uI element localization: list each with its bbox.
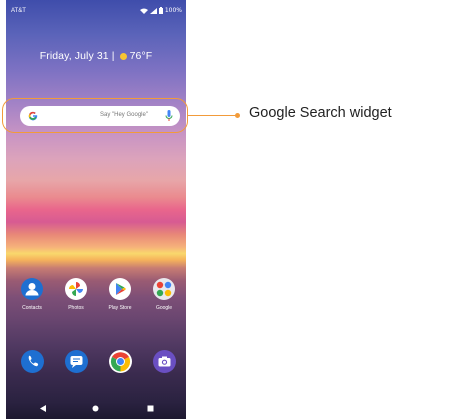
dock-chrome[interactable] (100, 350, 140, 373)
separator: | (111, 50, 115, 62)
callout-line (188, 115, 237, 116)
wifi-calling-icon (139, 8, 148, 14)
signal-icon (149, 7, 157, 14)
back-button[interactable] (40, 405, 47, 412)
date-weather-widget[interactable]: Friday, July 31 | 76°F (6, 50, 186, 62)
play-store-icon (109, 278, 131, 300)
photos-icon (65, 278, 87, 300)
sun-icon (119, 52, 127, 60)
dock-messages[interactable] (56, 350, 96, 373)
contacts-icon (21, 278, 43, 300)
app-label: Contacts (22, 305, 42, 311)
camera-icon (152, 350, 176, 373)
messages-icon (64, 350, 88, 373)
navigation-bar (6, 398, 186, 419)
date-text: Friday, July 31 (39, 50, 109, 62)
app-play-store[interactable]: Play Store (100, 278, 140, 311)
google-folder-icon (153, 278, 175, 300)
app-photos[interactable]: Photos (56, 278, 96, 311)
app-google-folder[interactable]: Google (144, 278, 184, 311)
dock-camera[interactable] (144, 350, 184, 373)
app-label: Google (155, 305, 173, 311)
recents-button[interactable] (147, 405, 154, 412)
dock-phone[interactable] (12, 350, 52, 373)
callout-dot (235, 113, 240, 118)
search-widget-highlight (2, 98, 188, 133)
callout-label: Google Search widget (249, 105, 392, 121)
temperature-text: 76°F (129, 50, 153, 62)
chrome-icon (108, 350, 132, 373)
phone-icon (20, 350, 44, 373)
home-button[interactable] (92, 405, 99, 412)
battery-icon (158, 7, 163, 14)
app-contacts[interactable]: Contacts (12, 278, 52, 311)
app-label: Play Store (108, 305, 132, 311)
battery-percent: 100% (164, 7, 182, 14)
app-label: Photos (68, 305, 84, 311)
phone-screen: AT&T 100% Friday, July 31 | 76°F Say "He… (6, 0, 186, 419)
carrier-label: AT&T (11, 8, 26, 14)
status-bar: AT&T 100% (6, 0, 186, 22)
